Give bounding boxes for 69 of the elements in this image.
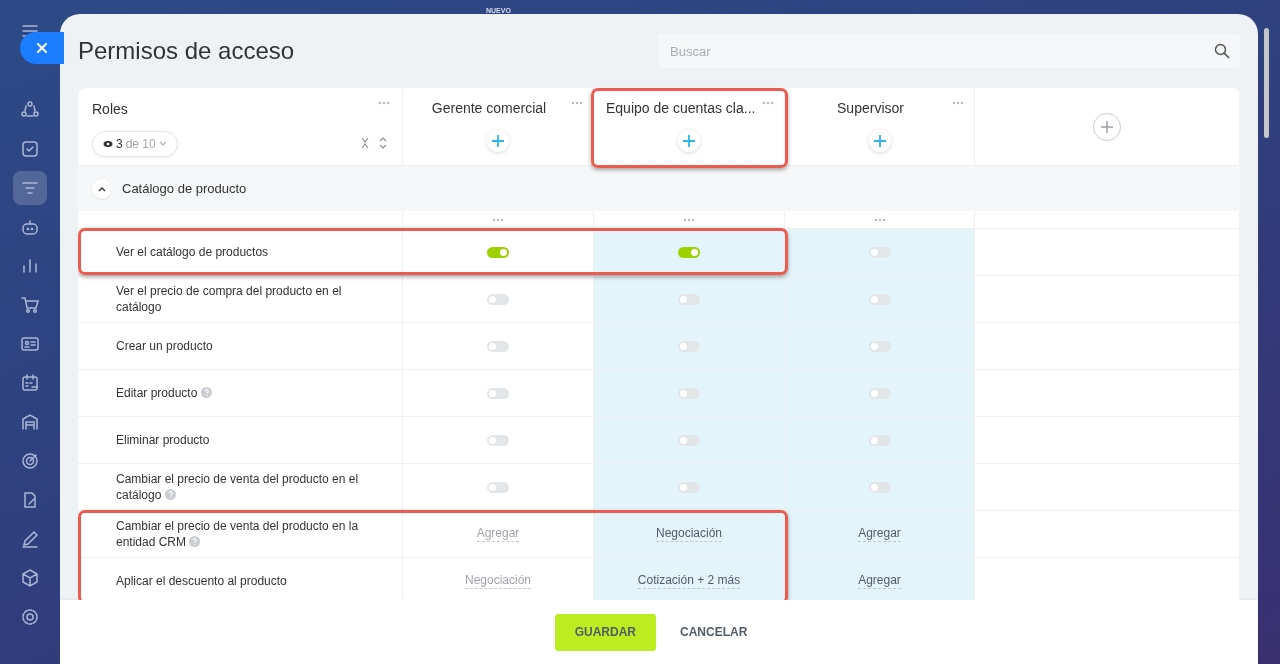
roles-label: Roles [92,100,128,119]
warehouse-icon[interactable] [20,412,40,432]
chevron-icon [98,185,106,192]
permission-label: Cambiar el precio de venta del producto en la entidad CRM [116,518,360,550]
permission-dropdown[interactable]: Agregar [858,573,901,589]
caret-icon [158,141,167,147]
scrollbar[interactable] [1264,28,1269,138]
toggle-switch[interactable] [678,293,700,305]
checkbox-icon[interactable] [20,139,40,159]
close-button[interactable] [20,32,64,64]
sidebar-item[interactable] [13,171,47,205]
permission-dropdown[interactable]: Negociación [655,526,722,542]
add-button[interactable] [487,130,509,152]
toggle-switch[interactable] [487,387,509,399]
plus-icon [873,135,886,147]
toggle-switch[interactable] [678,387,700,399]
cancel-button[interactable]: CANCELAR [664,613,764,651]
role-name: Supervisor [836,99,905,118]
save-button[interactable]: GUARDAR [554,613,656,651]
nodes-icon[interactable] [20,100,40,120]
toggle-switch[interactable] [868,387,891,399]
permission-dropdown[interactable]: Agregar [858,526,901,542]
toggle-switch[interactable] [678,340,700,352]
toggle-switch[interactable] [487,246,509,258]
toggle-switch[interactable] [487,340,509,352]
role-name: Equipo de cuentas cla... [606,99,754,118]
add-button[interactable] [678,130,700,152]
add-role-button[interactable] [1093,112,1121,141]
cart-icon[interactable] [20,295,40,315]
permission-label: Editar producto [116,385,212,401]
plus-icon [1101,120,1113,133]
robot-icon[interactable] [20,217,40,237]
box-icon[interactable] [20,568,40,588]
help-icon[interactable] [200,387,212,398]
close-icon [36,42,48,54]
toggle-switch[interactable] [678,481,700,493]
plus-icon [683,135,695,147]
target-icon[interactable] [20,451,40,471]
permission-label: Aplicar el descuento al producto [116,573,287,589]
permission-label: Eliminar producto [116,432,210,448]
add-button[interactable] [868,130,891,152]
id-card-icon[interactable] [20,334,40,354]
toggle-switch[interactable] [868,481,891,493]
pencil-icon[interactable] [20,529,40,549]
toggle-switch[interactable] [868,340,891,352]
calendar-icon[interactable] [20,373,40,393]
toggle-switch[interactable] [868,293,891,305]
page-title: Permisos de acceso [78,36,295,66]
search-icon[interactable] [1214,43,1230,59]
role-name: Gerente comercial [430,99,548,118]
collapse-button[interactable] [92,178,112,199]
bar-chart-icon[interactable] [20,256,40,276]
toggle-switch[interactable] [678,434,700,446]
visible-roles-dropdown[interactable]: 3 de 10 [92,131,178,157]
plus-icon [492,135,504,147]
help-icon[interactable] [189,536,201,547]
permission-label: Ver el precio de compra del producto en el catálogo [116,283,343,315]
toggle-switch[interactable] [487,434,509,446]
toggle-switch[interactable] [868,246,891,258]
permission-label: Ver el catálogo de productos [116,244,269,260]
help-icon[interactable] [164,489,176,500]
toggle-switch[interactable] [868,434,891,446]
toggle-switch[interactable] [487,481,509,493]
toggle-switch[interactable] [678,246,700,258]
eye-icon [103,140,113,148]
permission-label: Crear un producto [116,338,213,354]
toggle-switch[interactable] [487,293,509,305]
permission-label: Cambiar el precio de venta del producto en el catálogo [116,471,360,503]
section-title: Catálogo de producto [122,179,247,198]
